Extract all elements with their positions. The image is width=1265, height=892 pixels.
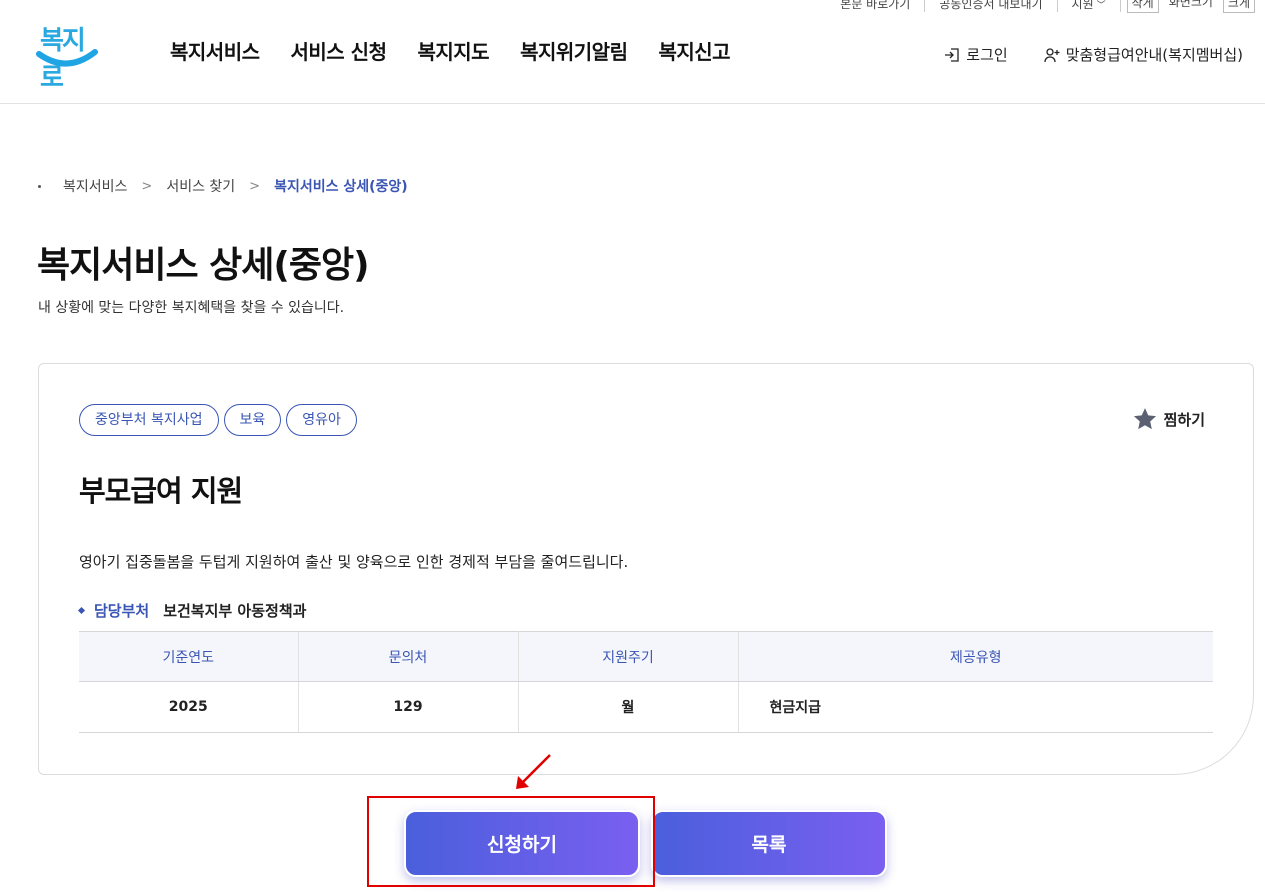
favorite-label: 찜하기 xyxy=(1163,410,1205,429)
highlight-box xyxy=(367,796,655,887)
tag-list: 중앙부처 복지사업 보육 영유아 xyxy=(79,404,357,436)
chevron-right-icon: > xyxy=(141,178,153,194)
table-cell: 129 xyxy=(298,681,519,733)
tag-item[interactable]: 영유아 xyxy=(286,404,357,436)
department-info: 담당부처 보건복지부 아동정책과 xyxy=(77,600,307,621)
table-row: 2025 129 월 현금지급 xyxy=(79,681,1213,733)
column-header: 지원주기 xyxy=(518,631,739,682)
service-description: 영아기 집중돌봄을 두텁게 지원하여 출산 및 양육으로 인한 경제적 부담을 … xyxy=(79,553,629,571)
favorite-button[interactable]: 찜하기 xyxy=(1132,406,1205,432)
login-label: 로그인 xyxy=(966,46,1008,64)
tag-item[interactable]: 보육 xyxy=(223,404,282,436)
site-logo[interactable]: 복지로 xyxy=(36,20,100,93)
chevron-right-icon: > xyxy=(249,178,261,194)
membership-label: 맞춤형급여안내(복지멤버십) xyxy=(1065,46,1243,64)
pointer-arrow-icon xyxy=(516,754,551,789)
breadcrumb-item[interactable]: 복지서비스 xyxy=(63,176,127,196)
login-button[interactable]: 로그인 xyxy=(944,44,1008,65)
home-dot-icon xyxy=(38,184,41,188)
smile-logo-icon xyxy=(36,49,98,67)
nav-welfare-report[interactable]: 복지신고 xyxy=(658,36,730,65)
service-title: 부모급여 지원 xyxy=(79,474,243,508)
login-icon xyxy=(945,47,959,62)
user-add-icon xyxy=(1044,47,1060,62)
breadcrumb-item[interactable]: 서비스 찾기 xyxy=(166,176,235,196)
department-value: 보건복지부 아동정책과 xyxy=(163,602,307,620)
breadcrumb: 복지서비스 > 서비스 찾기 > 복지서비스 상세(중앙) xyxy=(38,176,408,196)
nav-service-apply[interactable]: 서비스 신청 xyxy=(291,36,387,65)
nav-crisis-alert[interactable]: 복지위기알림 xyxy=(520,36,628,65)
nav-welfare-service[interactable]: 복지서비스 xyxy=(170,36,260,65)
table-cell: 월 xyxy=(518,681,739,733)
table-header-row: 기준연도 문의처 지원주기 제공유형 xyxy=(79,631,1213,682)
table-cell: 현금지급 xyxy=(738,681,1213,733)
star-icon xyxy=(1133,408,1156,430)
service-detail-card: 중앙부처 복지사업 보육 영유아 찜하기 부모급여 지원 영아기 집중돌봄을 두… xyxy=(38,363,1254,775)
service-info-table: 기준연도 문의처 지원주기 제공유형 2025 129 월 현금지급 xyxy=(79,631,1213,733)
column-header: 기준연도 xyxy=(79,631,299,682)
nav-welfare-map[interactable]: 복지지도 xyxy=(417,36,489,65)
bullet-icon xyxy=(77,606,86,615)
tag-item[interactable]: 중앙부처 복지사업 xyxy=(79,404,219,436)
column-header: 문의처 xyxy=(298,631,519,682)
main-nav: 복지서비스 서비스 신청 복지지도 복지위기알림 복지신고 xyxy=(170,36,731,65)
department-label: 담당부처 xyxy=(94,602,150,620)
page-title: 복지서비스 상세(중앙) xyxy=(37,245,370,286)
page-description: 내 상황에 맞는 다양한 복지혜택을 찾을 수 있습니다. xyxy=(38,300,345,316)
header-actions: 로그인 맞춤형급여안내(복지멤버십) xyxy=(944,44,1243,65)
membership-button[interactable]: 맞춤형급여안내(복지멤버십) xyxy=(1044,44,1243,65)
list-button[interactable]: 목록 xyxy=(651,810,887,877)
table-cell: 2025 xyxy=(79,681,299,733)
breadcrumb-current: 복지서비스 상세(중앙) xyxy=(274,179,408,195)
site-header: 복지로 복지서비스 서비스 신청 복지지도 복지위기알림 복지신고 로그인 맞춤… xyxy=(0,0,1265,104)
column-header: 제공유형 xyxy=(738,631,1213,682)
